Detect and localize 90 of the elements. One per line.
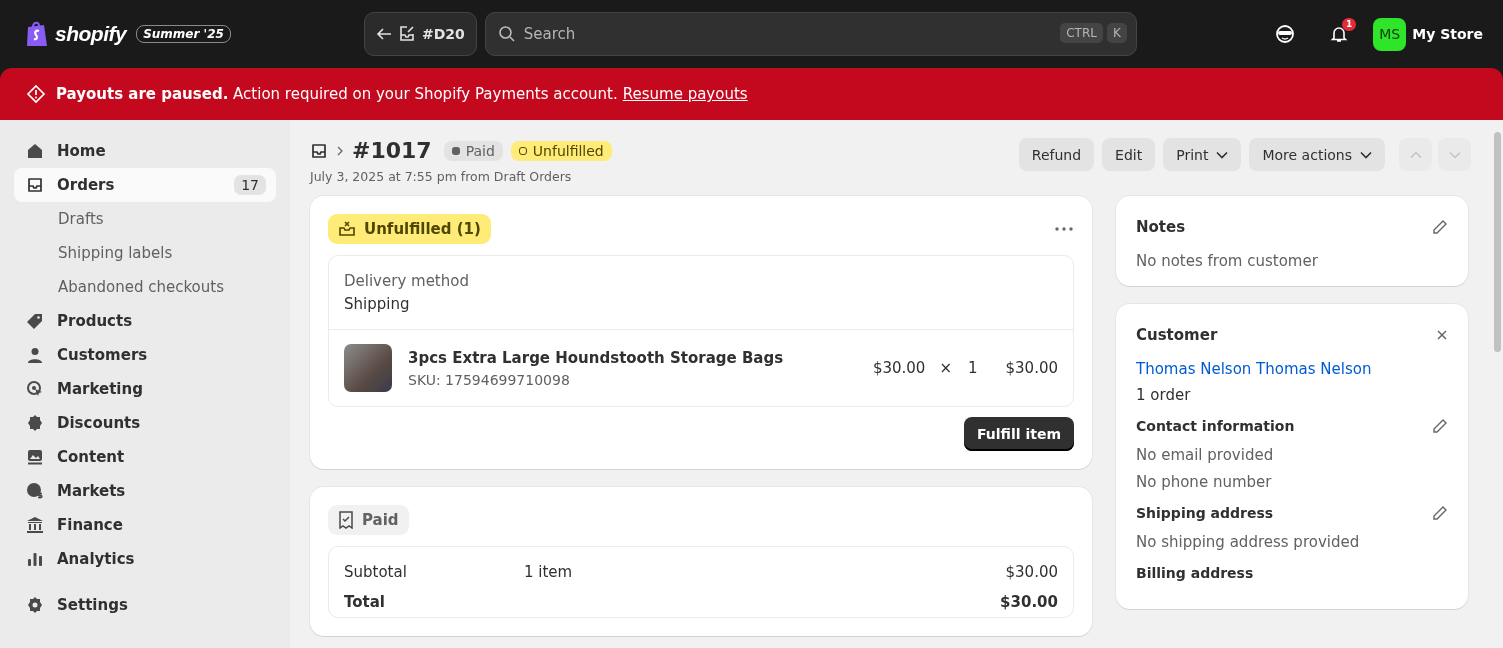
paid-status: Paid <box>328 505 409 535</box>
resume-payouts-link[interactable]: Resume payouts <box>622 85 748 103</box>
summary-label: Total <box>344 593 386 611</box>
photo-placeholder <box>344 344 392 392</box>
alert-diamond-icon <box>26 84 46 104</box>
summary-label: Subtotal <box>344 563 408 581</box>
line-total: $30.00 <box>1005 359 1058 377</box>
nav-subitem[interactable]: Shipping labels <box>14 236 276 270</box>
action-button[interactable]: Print <box>1163 138 1242 171</box>
nav-item[interactable]: Finance <box>14 508 276 542</box>
unit-price: $30.00 <box>872 359 926 377</box>
summary-amount: $30.00 <box>1000 593 1058 611</box>
summary-detail: 1 item <box>524 563 573 581</box>
delivery-value: Shipping <box>344 295 411 313</box>
caret-icon <box>1360 150 1372 159</box>
order-date: July 3, 2025 at 7:55 pm from Draft Orders <box>310 169 573 184</box>
nav-item[interactable]: Orders 17 <box>14 168 276 202</box>
action-button[interactable]: Refund <box>1018 138 1095 171</box>
customer-order-count: 1 order <box>1136 386 1192 404</box>
marketing-icon <box>26 380 44 398</box>
shopping-bag-icon[interactable] <box>25 20 49 48</box>
edit-pencil-icon[interactable] <box>1432 219 1448 235</box>
orders-icon <box>26 176 44 194</box>
product-name[interactable]: 3pcs Extra Large Houndstooth Storage Bags <box>408 348 873 367</box>
order-title: #1017 <box>352 138 432 163</box>
chevron-right-icon <box>336 145 344 156</box>
notes-title: Notes <box>1136 218 1186 236</box>
nav-item[interactable]: Products <box>14 304 276 338</box>
nav-item[interactable]: Discounts <box>14 406 276 440</box>
nav-item[interactable]: Marketing <box>14 372 276 406</box>
notes-text: No notes from customer <box>1136 252 1319 270</box>
section-title: Contact information <box>1136 418 1295 434</box>
multiply-sign: × <box>939 359 952 377</box>
status-badge: Paid <box>443 140 503 161</box>
finance-icon <box>26 516 44 534</box>
nav-item[interactable]: Content <box>14 440 276 474</box>
shortcut-key: CTRL <box>1060 23 1103 43</box>
quantity: 1 <box>967 359 978 377</box>
back-arrow-icon <box>376 27 392 41</box>
nav-item[interactable]: Markets <box>14 474 276 508</box>
summary-amount: $30.00 <box>1005 563 1058 581</box>
order-count: 17 <box>234 175 266 195</box>
section-text: No email provided <box>1136 446 1275 464</box>
nav-item[interactable]: Analytics <box>14 542 276 576</box>
content-icon <box>26 448 44 466</box>
more-options-icon[interactable] <box>1054 226 1074 232</box>
nav-subitem[interactable]: Drafts <box>14 202 276 236</box>
edit-inbox-icon <box>398 25 416 43</box>
edit-pencil-icon[interactable] <box>1432 418 1448 434</box>
discounts-icon <box>26 414 44 432</box>
chevron-up-icon <box>1409 150 1422 159</box>
close-icon[interactable] <box>1436 329 1448 341</box>
markets-icon <box>26 482 44 500</box>
settings-nav-item[interactable]: Settings <box>14 588 276 622</box>
draft-order-button[interactable]: #D20 <box>364 12 477 56</box>
home-icon <box>26 142 44 160</box>
store-name[interactable]: My Store <box>1412 26 1483 42</box>
chevron-down-icon <box>1448 150 1461 159</box>
action-button[interactable]: More actions <box>1249 138 1385 171</box>
nav-item[interactable]: Home <box>14 134 276 168</box>
masked-face-icon[interactable] <box>1275 24 1296 44</box>
caret-icon <box>1216 150 1229 159</box>
edit-pencil-icon[interactable] <box>1432 505 1448 521</box>
box-icon <box>338 220 356 238</box>
receipt-check-icon <box>338 511 354 529</box>
fulfill-item-button[interactable]: Fulfill item <box>963 417 1074 451</box>
brand-logo[interactable]: shopify <box>55 22 127 46</box>
search-icon <box>497 25 516 43</box>
customer-title: Customer <box>1136 326 1218 344</box>
customer-name-link[interactable]: Thomas Nelson Thomas Nelson <box>1136 360 1448 378</box>
customers-icon <box>26 346 44 364</box>
analytics-icon <box>26 550 44 568</box>
nav-item[interactable]: Customers <box>14 338 276 372</box>
unfulfilled-status: Unfulfilled (1) <box>328 214 491 244</box>
section-text: No phone number <box>1136 473 1273 491</box>
product-sku: SKU: 17594699710098 <box>408 371 571 388</box>
section-title: Shipping address <box>1136 505 1274 521</box>
status-badge: Unfulfilled <box>510 140 612 161</box>
settings-icon <box>26 596 44 614</box>
banner-message: Payouts are paused. Action required on your Shopify Payments account. <box>56 85 618 103</box>
section-text: No shipping address provided <box>1136 533 1361 551</box>
inbox-icon[interactable] <box>310 141 328 160</box>
delivery-label: Delivery method <box>344 272 470 290</box>
edition-badge: Summer '25 <box>136 25 231 43</box>
store-avatar[interactable]: MS <box>1373 17 1407 51</box>
notification-count: 1 <box>1342 18 1357 31</box>
products-icon <box>26 312 44 330</box>
nav-subitem[interactable]: Abandoned checkouts <box>14 270 276 304</box>
section-title: Billing address <box>1136 565 1254 581</box>
action-button[interactable]: Edit <box>1102 138 1156 171</box>
